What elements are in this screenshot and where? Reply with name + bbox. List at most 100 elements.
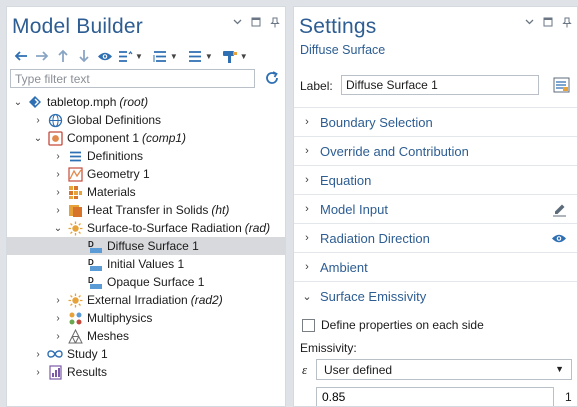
minimize-icon[interactable] (542, 16, 554, 28)
tree-node-surface-to-surface-radiation[interactable]: ⌄ Surface-to-Surface Radiation (rad) (7, 219, 285, 237)
tree-node-label: Materials (87, 185, 136, 199)
collapsed-chevron-icon[interactable]: › (294, 116, 320, 128)
tree-node-label: Component 1 (67, 131, 140, 145)
settings-panel: Settings Diffuse Surface Label: › Bounda… (293, 6, 578, 407)
collapsed-chevron-icon[interactable]: › (53, 165, 63, 183)
tree-node-multiphysics[interactable]: › Multiphysics (7, 309, 285, 327)
move-down-arrow-icon[interactable] (74, 46, 93, 66)
settings-header: Settings (294, 7, 577, 41)
label-field[interactable] (341, 75, 539, 95)
section-override-and-contribution[interactable]: › Override and Contribution (294, 136, 577, 165)
forward-arrow-icon[interactable] (32, 46, 51, 66)
view-menu-chevron-icon[interactable] (231, 16, 243, 28)
tree-node-meshes[interactable]: › Meshes (7, 327, 285, 345)
section-equation[interactable]: › Equation (294, 165, 577, 194)
define-each-side-checkbox[interactable] (302, 318, 315, 332)
collapsed-chevron-icon[interactable]: › (294, 261, 320, 273)
tree-node-results[interactable]: › Results (7, 363, 285, 381)
settings-subtitle: Diffuse Surface (300, 43, 386, 57)
pin-icon[interactable] (561, 16, 573, 28)
collapsed-chevron-icon[interactable]: › (33, 345, 43, 363)
expanded-chevron-icon[interactable]: ⌄ (33, 129, 43, 147)
tree-node-component[interactable]: ⌄ Component 1 (comp1) (7, 129, 285, 147)
build-hammer-icon[interactable] (221, 46, 240, 66)
sort-list-icon[interactable] (116, 46, 135, 66)
collapsed-chevron-icon[interactable]: › (294, 203, 320, 215)
filter-row (10, 69, 282, 90)
collapsed-chevron-icon[interactable]: › (53, 183, 63, 201)
svg-text:D: D (88, 276, 94, 285)
eye-icon[interactable] (551, 230, 567, 246)
section-surface-emissivity[interactable]: ⌄ Surface Emissivity (294, 281, 577, 310)
dropdown-caret-icon[interactable]: ▼ (555, 364, 564, 374)
expand-dropdown-chevron-icon[interactable]: ▼ (170, 52, 178, 61)
tree-node-label: Opaque Surface 1 (107, 275, 205, 289)
heat-transfer-icon (67, 202, 83, 218)
collapse-tree-icon[interactable] (186, 46, 205, 66)
epsilon-symbol: ε (302, 362, 308, 377)
model-builder-header: Model Builder (7, 7, 285, 41)
tree-node-diffuse-surface[interactable]: D Diffuse Surface 1 (7, 237, 285, 255)
section-boundary-selection[interactable]: › Boundary Selection (294, 107, 577, 136)
edit-icon[interactable] (551, 201, 567, 217)
emissivity-select[interactable]: User defined ▼ (316, 359, 572, 380)
expanded-chevron-icon[interactable]: ⌄ (294, 290, 320, 303)
tree-node-label: Surface-to-Surface Radiation (87, 221, 242, 235)
tree-node-external-irradiation[interactable]: › External Irradiation (rad2) (7, 291, 285, 309)
component-icon (47, 130, 63, 146)
collapsed-chevron-icon[interactable]: › (53, 201, 63, 219)
collapse-dropdown-chevron-icon[interactable]: ▼ (205, 52, 213, 61)
expanded-chevron-icon[interactable]: ⌄ (53, 219, 63, 237)
tree-node-opaque-surface[interactable]: D Opaque Surface 1 (7, 273, 285, 291)
collapsed-chevron-icon[interactable]: › (294, 174, 320, 186)
collapsed-chevron-icon[interactable]: › (294, 232, 320, 244)
collapsed-chevron-icon[interactable]: › (33, 363, 43, 381)
emissivity-label: Emissivity: (300, 341, 357, 355)
view-menu-chevron-icon[interactable] (523, 16, 535, 28)
collapsed-chevron-icon[interactable]: › (294, 145, 320, 157)
tree-node-tag: (ht) (211, 203, 230, 217)
section-ambient[interactable]: › Ambient (294, 252, 577, 281)
settings-title: Settings (299, 15, 377, 38)
label-caption: Label: (300, 79, 333, 93)
collapsed-chevron-icon[interactable]: › (33, 111, 43, 129)
define-each-side-row[interactable]: Define properties on each side (302, 316, 484, 334)
move-up-arrow-icon[interactable] (53, 46, 72, 66)
show-eye-icon[interactable] (95, 46, 114, 66)
label-row: Label: (294, 73, 577, 99)
emissivity-value-field[interactable] (316, 387, 554, 406)
pin-icon[interactable] (269, 16, 281, 28)
tree-node-tag: (rad2) (190, 293, 223, 307)
collapsed-chevron-icon[interactable]: › (53, 291, 63, 309)
collapsed-chevron-icon[interactable]: › (53, 147, 63, 165)
boundary-node-icon: D (87, 238, 103, 254)
boundary-node-icon: D (87, 274, 103, 290)
filter-input[interactable] (10, 69, 255, 88)
tree-node-global-definitions[interactable]: › Global Definitions (7, 111, 285, 129)
section-model-input[interactable]: › Model Input (294, 194, 577, 223)
sort-dropdown-chevron-icon[interactable]: ▼ (135, 52, 143, 61)
expanded-chevron-icon[interactable]: ⌄ (13, 93, 23, 111)
tree-node-definitions[interactable]: › Definitions (7, 147, 285, 165)
tree-node-geometry[interactable]: › Geometry 1 (7, 165, 285, 183)
tree-node-materials[interactable]: › Materials (7, 183, 285, 201)
back-arrow-icon[interactable] (11, 46, 30, 66)
collapsed-chevron-icon[interactable]: › (53, 327, 63, 345)
emissivity-select-value: User defined (324, 362, 393, 377)
section-radiation-direction[interactable]: › Radiation Direction (294, 223, 577, 252)
section-title: Radiation Direction (320, 230, 430, 246)
expand-tree-icon[interactable] (151, 46, 170, 66)
tree-node-heat-transfer[interactable]: › Heat Transfer in Solids (ht) (7, 201, 285, 219)
multiphysics-icon (67, 310, 83, 326)
tree-node-initial-values[interactable]: D Initial Values 1 (7, 255, 285, 273)
settings-sections: › Boundary Selection › Override and Cont… (294, 107, 577, 310)
refresh-icon[interactable] (264, 70, 282, 88)
label-options-icon[interactable] (551, 75, 571, 95)
build-dropdown-chevron-icon[interactable]: ▼ (240, 52, 248, 61)
tree-node-study[interactable]: › Study 1 (7, 345, 285, 363)
svg-text:D: D (88, 258, 94, 267)
definitions-icon (67, 148, 83, 164)
collapsed-chevron-icon[interactable]: › (53, 309, 63, 327)
tree-node-root[interactable]: ⌄ tabletop.mph (root) (7, 93, 285, 111)
minimize-icon[interactable] (250, 16, 262, 28)
